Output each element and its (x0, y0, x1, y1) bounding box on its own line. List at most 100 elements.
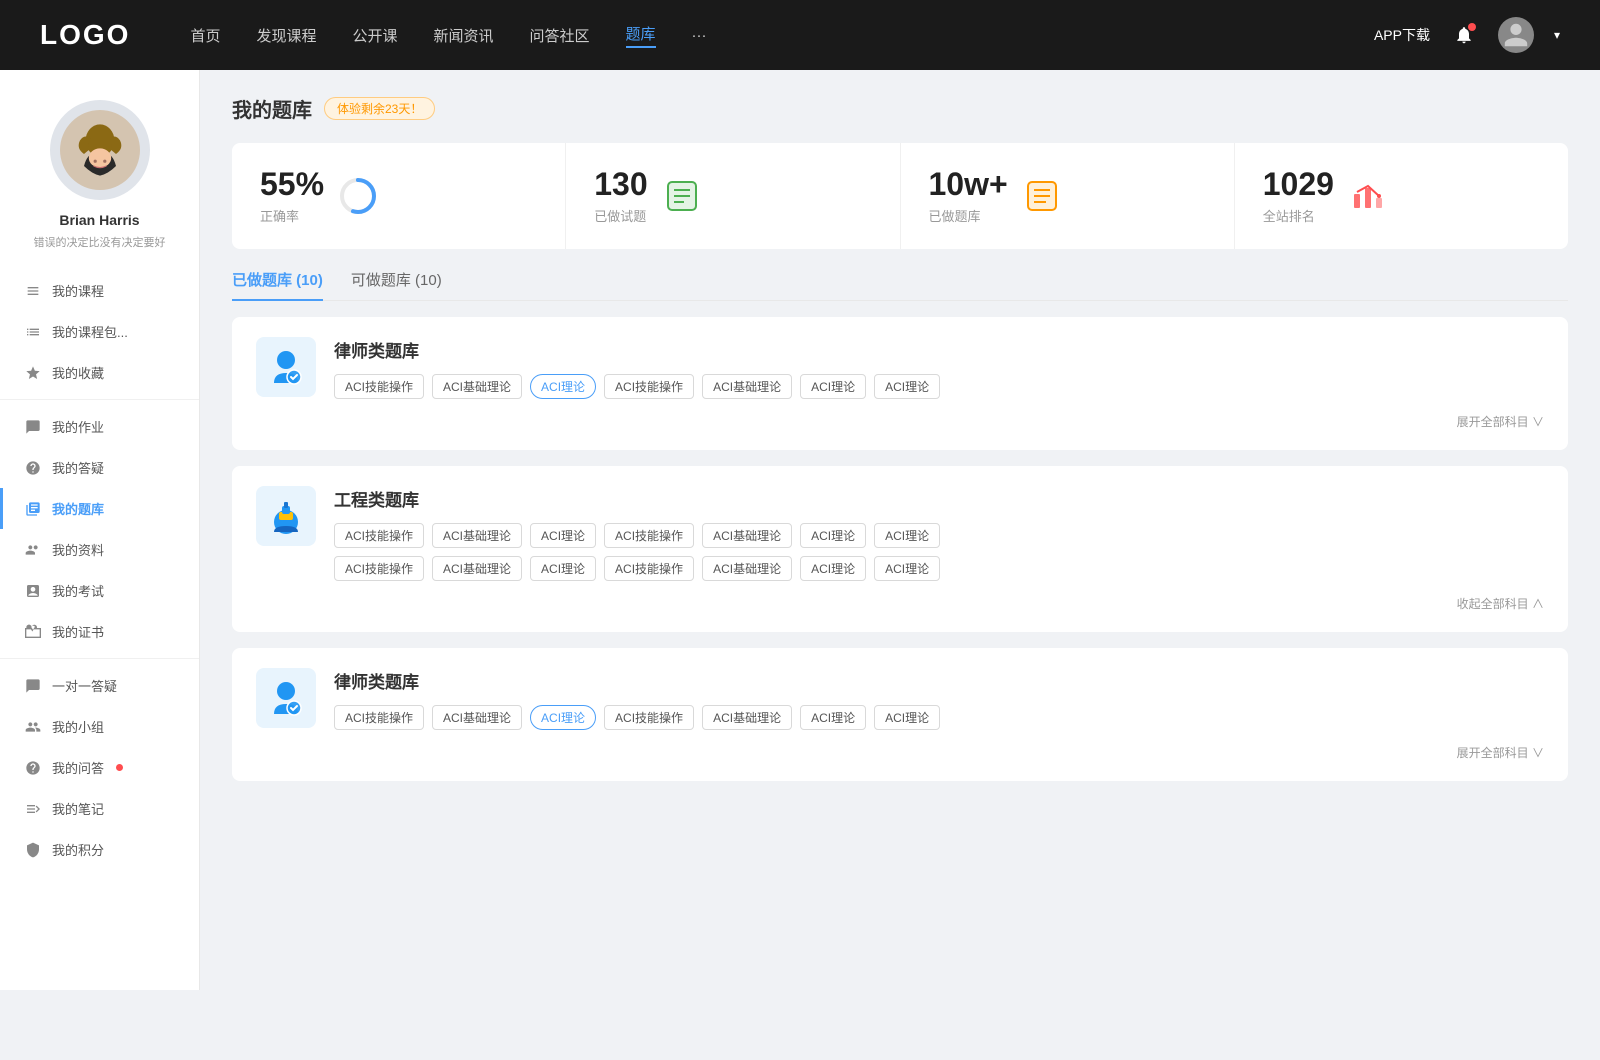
tag-item[interactable]: ACI技能操作 (604, 374, 694, 399)
tab-done-banks[interactable]: 已做题库 (10) (232, 269, 323, 300)
tag-item[interactable]: ACI基础理论 (702, 374, 792, 399)
sidebar-item-points[interactable]: 我的积分 (0, 829, 199, 870)
bank-icon (24, 500, 42, 518)
tag-item[interactable]: ACI基础理论 (702, 705, 792, 730)
sidebar-item-questions[interactable]: 我的问答 (0, 747, 199, 788)
tag-item[interactable]: ACI理论 (800, 705, 866, 730)
tag-item[interactable]: ACI基础理论 (702, 523, 792, 548)
tag-item[interactable]: ACI理论 (800, 556, 866, 581)
sidebar-item-label: 我的证书 (52, 622, 104, 641)
stat-value: 55% (260, 167, 324, 202)
sidebar-item-label: 我的考试 (52, 581, 104, 600)
tag-item[interactable]: ACI技能操作 (334, 556, 424, 581)
tags-row-2: ACI技能操作 ACI基础理论 ACI理论 ACI技能操作 ACI基础理论 AC… (334, 705, 1544, 730)
group-icon (24, 718, 42, 736)
sidebar-item-data[interactable]: 我的资料 (0, 529, 199, 570)
expand-link-1[interactable]: 收起全部科目 ∧ (256, 595, 1544, 612)
sidebar-item-notes[interactable]: 我的笔记 (0, 788, 199, 829)
nav-home[interactable]: 首页 (190, 25, 220, 46)
sidebar-item-label: 我的积分 (52, 840, 104, 859)
tag-item[interactable]: ACI理论 (800, 523, 866, 548)
page-title: 我的题库 (232, 94, 312, 123)
stat-done-banks: 10w+ 已做题库 (901, 143, 1235, 249)
page-header: 我的题库 体验剩余23天！ (232, 94, 1568, 123)
tag-item[interactable]: ACI技能操作 (334, 705, 424, 730)
done-banks-icon (1022, 176, 1062, 216)
user-motto: 错误的决定比没有决定要好 (24, 234, 176, 250)
nav-menu: 首页 发现课程 公开课 新闻资讯 问答社区 题库 ··· (190, 23, 1374, 48)
stat-value: 1029 (1263, 167, 1334, 202)
qbank-title: 律师类题库 (334, 337, 1544, 362)
nav-qa[interactable]: 问答社区 (530, 25, 590, 46)
tag-item[interactable]: ACI理论 (800, 374, 866, 399)
nav-discover[interactable]: 发现课程 (256, 25, 316, 46)
exam-icon (24, 582, 42, 600)
one-on-one-icon (24, 677, 42, 695)
nav-more[interactable]: ··· (692, 27, 707, 44)
sidebar-item-group[interactable]: 我的小组 (0, 706, 199, 747)
app-download-btn[interactable]: APP下载 (1374, 25, 1430, 45)
sidebar-item-label: 我的小组 (52, 717, 104, 736)
tag-item-active[interactable]: ACI理论 (530, 374, 596, 399)
sidebar-item-label: 我的课程 (52, 281, 104, 300)
tags-row-1-top: ACI技能操作 ACI基础理论 ACI理论 ACI技能操作 ACI基础理论 AC… (334, 523, 1544, 548)
qbank-icon-lawyer2 (256, 668, 316, 728)
notification-dot (1468, 23, 1476, 31)
stat-label: 正确率 (260, 206, 324, 225)
qbank-card-1: 工程类题库 ACI技能操作 ACI基础理论 ACI理论 ACI技能操作 ACI基… (232, 466, 1568, 632)
tag-item[interactable]: ACI技能操作 (604, 705, 694, 730)
qbank-icon-engineer (256, 486, 316, 546)
tag-item[interactable]: ACI基础理论 (432, 523, 522, 548)
sidebar-item-exam[interactable]: 我的考试 (0, 570, 199, 611)
navbar: LOGO 首页 发现课程 公开课 新闻资讯 问答社区 题库 ··· APP下载 … (0, 0, 1600, 70)
sidebar-item-label: 我的问答 (52, 758, 104, 777)
tag-item[interactable]: ACI技能操作 (334, 374, 424, 399)
notification-bell[interactable] (1450, 21, 1478, 49)
tag-item[interactable]: ACI技能操作 (604, 556, 694, 581)
tag-item[interactable]: ACI技能操作 (334, 523, 424, 548)
sidebar-item-label: 我的资料 (52, 540, 104, 559)
tag-item[interactable]: ACI基础理论 (432, 705, 522, 730)
expand-link-0[interactable]: 展开全部科目 ∨ (256, 413, 1544, 430)
sidebar-item-one-on-one[interactable]: 一对一答疑 (0, 665, 199, 706)
sidebar-item-bank[interactable]: 我的题库 (0, 488, 199, 529)
tags-row-0: ACI技能操作 ACI基础理论 ACI理论 ACI技能操作 ACI基础理论 AC… (334, 374, 1544, 399)
package-icon (24, 323, 42, 341)
tag-item[interactable]: ACI理论 (874, 705, 940, 730)
tag-item[interactable]: ACI理论 (874, 374, 940, 399)
main-content: 我的题库 体验剩余23天！ 55% 正确率 130 (200, 70, 1600, 990)
tag-item[interactable]: ACI理论 (530, 556, 596, 581)
sidebar-item-homework[interactable]: 我的作业 (0, 406, 199, 447)
tag-item[interactable]: ACI基础理论 (432, 556, 522, 581)
tag-item[interactable]: ACI技能操作 (604, 523, 694, 548)
tab-available-banks[interactable]: 可做题库 (10) (351, 269, 442, 300)
user-avatar-nav[interactable] (1498, 17, 1534, 53)
qbank-title: 工程类题库 (334, 486, 1544, 511)
tag-item[interactable]: ACI基础理论 (702, 556, 792, 581)
user-dropdown-arrow[interactable]: ▾ (1554, 28, 1560, 42)
sidebar-item-label: 我的课程包... (52, 322, 128, 341)
nav-news[interactable]: 新闻资讯 (434, 25, 494, 46)
sidebar-item-qa[interactable]: 我的答疑 (0, 447, 199, 488)
tag-item[interactable]: ACI理论 (874, 523, 940, 548)
sidebar-item-cert[interactable]: 我的证书 (0, 611, 199, 652)
tag-item[interactable]: ACI基础理论 (432, 374, 522, 399)
sidebar-item-package[interactable]: 我的课程包... (0, 311, 199, 352)
tags-row-1-bottom: ACI技能操作 ACI基础理论 ACI理论 ACI技能操作 ACI基础理论 AC… (334, 556, 1544, 581)
sidebar-item-favorites[interactable]: 我的收藏 (0, 352, 199, 393)
rank-icon (1348, 176, 1388, 216)
tag-item-active[interactable]: ACI理论 (530, 705, 596, 730)
expand-link-2[interactable]: 展开全部科目 ∨ (256, 744, 1544, 761)
user-avatar (50, 100, 150, 200)
sidebar-item-label: 一对一答疑 (52, 676, 117, 695)
avatar-image (60, 110, 140, 190)
stat-done-questions: 130 已做试题 (566, 143, 900, 249)
sidebar-item-course[interactable]: 我的课程 (0, 270, 199, 311)
correct-rate-icon (338, 176, 378, 216)
sidebar-item-label: 我的笔记 (52, 799, 104, 818)
tag-item[interactable]: ACI理论 (530, 523, 596, 548)
tag-item[interactable]: ACI理论 (874, 556, 940, 581)
nav-bank[interactable]: 题库 (626, 23, 656, 48)
nav-open-course[interactable]: 公开课 (352, 25, 397, 46)
qbank-title: 律师类题库 (334, 668, 1544, 693)
